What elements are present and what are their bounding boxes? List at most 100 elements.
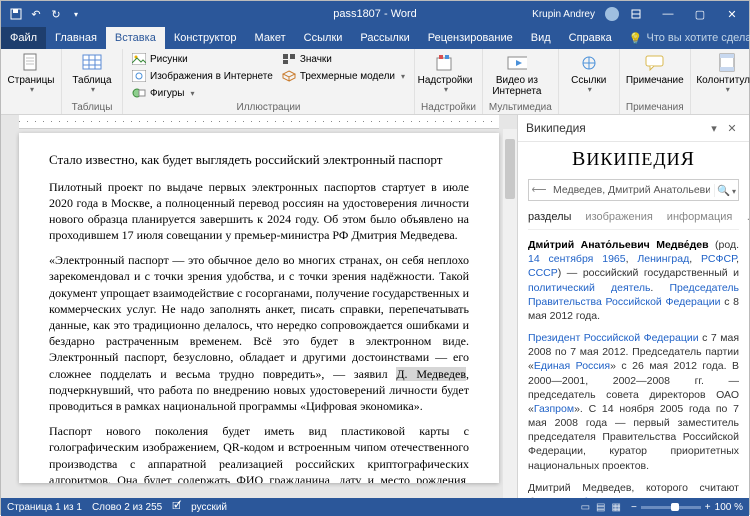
search-icon[interactable]: 🔍▾: [714, 184, 738, 197]
tab-mailings[interactable]: Рассылки: [351, 27, 418, 49]
group-tables: Таблица▾ Таблицы: [62, 49, 123, 114]
status-bar: Страница 1 из 1 Слово 2 из 255 🗹 русский…: [1, 498, 749, 516]
doc-heading: Стало известно, как будет выглядеть росс…: [49, 151, 469, 169]
ribbon-tabs: Файл Главная Вставка Конструктор Макет С…: [1, 27, 749, 49]
icons-button[interactable]: Значки: [279, 51, 408, 67]
links-button[interactable]: Ссылки▾: [565, 51, 613, 95]
zoom-slider[interactable]: [641, 506, 701, 509]
online-picture-icon: [132, 69, 146, 83]
wiki-link[interactable]: политический деятель: [528, 282, 650, 294]
search-back-icon[interactable]: ⟵: [529, 184, 549, 196]
comment-icon: [645, 53, 665, 73]
wikipedia-search: ⟵ 🔍▾: [528, 179, 739, 201]
wikipedia-pane: Википедия ▾ ✕ ВИКИПЕДИЯ ⟵ 🔍▾ разделы изо…: [517, 115, 749, 498]
wiki-link[interactable]: 14 сентября: [528, 253, 593, 265]
view-buttons: ▭ ▤ ▦: [581, 502, 621, 513]
shapes-button[interactable]: Фигуры▾: [129, 85, 276, 101]
wiki-link[interactable]: Ленинград: [637, 253, 689, 265]
group-headerfooter: Колонтитулы▾: [691, 49, 750, 114]
highlighted-text: Д. Медведев: [396, 367, 466, 381]
video-icon: [507, 53, 527, 73]
redo-icon[interactable]: ↻: [47, 5, 65, 23]
close-icon[interactable]: ✕: [717, 2, 747, 26]
wikipedia-article: Дми́трий Анато́льевич Медве́дев (род. 14…: [528, 230, 739, 498]
view-read-icon[interactable]: ▭: [581, 502, 590, 513]
picture-icon: [132, 52, 146, 66]
shapes-icon: [132, 86, 146, 100]
spellcheck-icon[interactable]: 🗹: [172, 499, 181, 516]
sidepane-menu-icon[interactable]: ▾: [705, 122, 723, 135]
status-page[interactable]: Страница 1 из 1: [7, 502, 82, 513]
table-button[interactable]: Таблица▾: [68, 51, 116, 95]
tab-insert[interactable]: Вставка: [106, 27, 165, 49]
sidepane-title: Википедия: [526, 121, 586, 135]
view-web-icon[interactable]: ▦: [612, 502, 621, 513]
document-title: pass1807 - Word: [333, 8, 417, 20]
group-links: Ссылки▾: [559, 49, 620, 114]
group-media: Видео из Интернета Мультимедиа: [483, 49, 559, 114]
cube-icon: [282, 69, 296, 83]
qat-dropdown-icon[interactable]: ▾: [67, 5, 85, 23]
vertical-scrollbar[interactable]: [503, 129, 517, 498]
comment-button[interactable]: Примечание: [626, 51, 684, 86]
tab-view[interactable]: Вид: [522, 27, 560, 49]
horizontal-ruler[interactable]: [19, 115, 499, 129]
wikipedia-logo: ВИКИПЕДИЯ: [528, 142, 739, 179]
wikipedia-search-input[interactable]: [549, 184, 714, 196]
wiki-link[interactable]: СССР: [528, 267, 558, 279]
lightbulb-icon: 💡: [629, 32, 643, 45]
wiki-link[interactable]: Газпром: [534, 403, 574, 415]
sidepane-close-icon[interactable]: ✕: [723, 122, 741, 135]
pictures-button[interactable]: Рисунки: [129, 51, 276, 67]
wiki-tab-sections[interactable]: разделы: [528, 211, 571, 223]
tab-design[interactable]: Конструктор: [165, 27, 246, 49]
document-page[interactable]: Стало известно, как будет выглядеть росс…: [19, 133, 499, 483]
zoom-level[interactable]: 100 %: [715, 502, 743, 513]
undo-icon[interactable]: ↶: [27, 5, 45, 23]
tab-home[interactable]: Главная: [46, 27, 106, 49]
tell-me-input[interactable]: [647, 32, 750, 44]
user-avatar-icon[interactable]: [605, 7, 619, 21]
table-icon: [82, 53, 102, 73]
group-illustrations: Рисунки Изображения в Интернете Фигуры▾ …: [123, 49, 415, 114]
view-print-icon[interactable]: ▤: [596, 502, 605, 513]
maximize-icon[interactable]: ▢: [685, 2, 715, 26]
pages-button[interactable]: Страницы▾: [7, 51, 55, 95]
document-area: Стало известно, как будет выглядеть росс…: [1, 115, 517, 498]
user-name[interactable]: Krupin Andrey: [532, 9, 595, 20]
3d-models-button[interactable]: Трехмерные модели▾: [279, 68, 408, 84]
sidepane-header: Википедия ▾ ✕: [518, 115, 749, 142]
addins-button[interactable]: Надстройки▾: [421, 51, 469, 95]
status-words[interactable]: Слово 2 из 255: [92, 502, 162, 513]
tab-references[interactable]: Ссылки: [295, 27, 352, 49]
wiki-p1: Дми́трий Анато́льевич Медве́дев (род. 14…: [528, 238, 739, 323]
scrollbar-thumb[interactable]: [505, 139, 515, 199]
wiki-tabs-more[interactable]: …: [746, 211, 749, 223]
icons-icon: [282, 52, 296, 66]
group-addins: Надстройки▾ Надстройки: [415, 49, 483, 114]
tell-me[interactable]: 💡: [629, 27, 750, 49]
tab-help[interactable]: Справка: [560, 27, 621, 49]
doc-paragraph-3: Паспорт нового поколения будет иметь вид…: [49, 423, 469, 483]
tab-review[interactable]: Рецензирование: [419, 27, 522, 49]
save-icon[interactable]: [7, 5, 25, 23]
tab-layout[interactable]: Макет: [246, 27, 295, 49]
headerfooter-button[interactable]: Колонтитулы▾: [697, 51, 750, 95]
wiki-link[interactable]: Единая Россия: [534, 360, 610, 372]
ribbon-options-icon[interactable]: [621, 2, 651, 26]
wiki-tab-images[interactable]: изображения: [585, 211, 652, 223]
wiki-link[interactable]: Президент Российской Федерации: [528, 332, 699, 344]
wiki-link[interactable]: либеральным: [570, 496, 638, 498]
headerfooter-icon: [717, 53, 737, 73]
online-pictures-button[interactable]: Изображения в Интернете: [129, 68, 276, 84]
zoom-in-icon[interactable]: +: [705, 502, 711, 513]
online-video-button[interactable]: Видео из Интернета: [489, 51, 545, 97]
minimize-icon[interactable]: —: [653, 2, 683, 26]
tab-file[interactable]: Файл: [1, 27, 46, 49]
wiki-tab-info[interactable]: информация: [667, 211, 733, 223]
zoom-out-icon[interactable]: −: [631, 502, 637, 513]
wiki-link[interactable]: 1965: [602, 253, 625, 265]
window-controls: Krupin Andrey — ▢ ✕: [532, 2, 749, 26]
wiki-link[interactable]: РСФСР: [701, 253, 736, 265]
status-language[interactable]: русский: [191, 502, 227, 513]
